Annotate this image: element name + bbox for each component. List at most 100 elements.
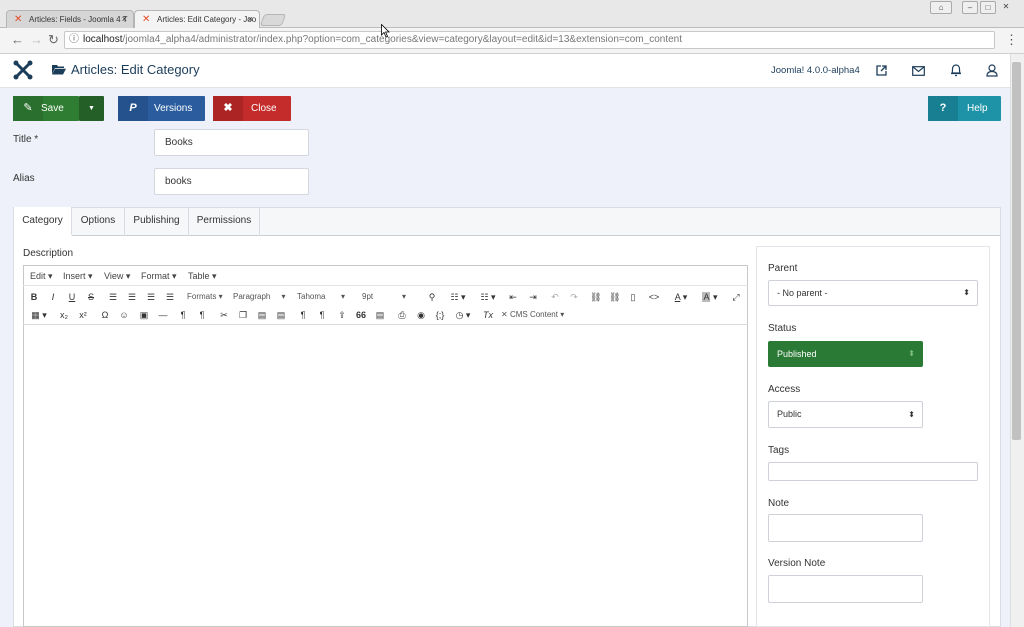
browser-menu-icon[interactable]: ⋮ xyxy=(1005,32,1018,48)
align-right-icon[interactable]: ☰ xyxy=(146,291,156,303)
preview-icon[interactable]: ◉ xyxy=(415,309,427,321)
info-icon[interactable]: ⓘ xyxy=(69,32,79,48)
paragraph-select[interactable]: Paragraph ▾ xyxy=(233,292,286,301)
select-arrow-icon: ⬍ xyxy=(908,349,915,358)
parent-select[interactable]: - No parent - ⬍ xyxy=(768,280,978,306)
tab-publishing[interactable]: Publishing xyxy=(125,207,189,236)
rtl-icon[interactable]: ¶ xyxy=(196,309,208,321)
formats-select[interactable]: Formats ▾ xyxy=(187,292,223,301)
new-tab-button[interactable] xyxy=(259,14,287,26)
visual-blocks-icon[interactable]: ¶ xyxy=(316,309,328,321)
insert-file-icon[interactable]: ⇪ xyxy=(336,309,348,321)
ltr-icon[interactable]: ¶ xyxy=(177,309,189,321)
special-char-icon[interactable]: Ω xyxy=(99,309,111,321)
note-input[interactable] xyxy=(768,514,923,542)
undo-icon[interactable]: ↶ xyxy=(550,291,560,303)
profile-button[interactable]: ⌂ xyxy=(930,1,952,14)
subscript-icon[interactable]: x₂ xyxy=(58,309,70,321)
caret-down-icon: ▼ xyxy=(88,105,95,112)
menu-format[interactable]: Format ▾ xyxy=(141,271,177,282)
numbered-list-icon[interactable]: ☷ ▾ xyxy=(478,291,498,303)
select-arrow-icon: ⬍ xyxy=(908,410,915,419)
fullscreen-icon[interactable]: ⤢ xyxy=(730,291,742,303)
table-icon[interactable]: ▦ ▾ xyxy=(29,309,49,321)
forward-icon[interactable]: → xyxy=(30,32,43,47)
menu-insert[interactable]: Insert ▾ xyxy=(63,271,93,282)
parent-label: Parent xyxy=(768,263,798,274)
versions-button[interactable]: P Versions xyxy=(118,96,205,121)
mail-icon[interactable] xyxy=(912,66,925,76)
font-family-select[interactable]: Tahoma ▾ xyxy=(297,292,345,301)
alias-field[interactable]: books xyxy=(154,168,309,195)
align-center-icon[interactable]: ☰ xyxy=(127,291,137,303)
menu-table[interactable]: Table ▾ xyxy=(188,271,217,282)
unlink-icon[interactable]: ⛓ xyxy=(609,291,620,303)
access-select[interactable]: Public ⬍ xyxy=(768,401,923,428)
bold-button[interactable]: B xyxy=(29,291,39,303)
close-tab-icon[interactable]: × xyxy=(122,14,127,24)
close-tab-icon[interactable]: × xyxy=(248,14,253,24)
close-button[interactable]: ✖ Close xyxy=(213,96,291,121)
clear-format-button[interactable]: Tx xyxy=(481,309,495,321)
back-icon[interactable]: ← xyxy=(11,32,24,47)
font-size-select[interactable]: 9pt ▾ xyxy=(362,292,406,301)
horizontal-rule-icon[interactable]: — xyxy=(157,309,169,321)
cms-content-select[interactable]: ✕ CMS Content ▾ xyxy=(501,310,564,319)
reload-icon[interactable]: ↻ xyxy=(48,32,59,48)
underline-button[interactable]: U xyxy=(67,291,77,303)
find-replace-icon[interactable]: ⚲ xyxy=(426,291,438,303)
tab-permissions[interactable]: Permissions xyxy=(189,207,260,236)
indent-icon[interactable]: ⇥ xyxy=(527,291,539,303)
bookmark-icon[interactable]: ▯ xyxy=(628,291,638,303)
link-icon[interactable]: ⛓ xyxy=(590,291,601,303)
tab-options[interactable]: Options xyxy=(72,207,125,236)
title-field[interactable]: Books xyxy=(154,129,309,156)
tags-input[interactable] xyxy=(768,462,978,481)
code-button[interactable]: <> xyxy=(648,291,660,303)
redo-icon[interactable]: ↷ xyxy=(569,291,579,303)
url-input[interactable]: ⓘ localhost/joomla4_alpha4/administrator… xyxy=(64,31,995,49)
print-icon[interactable]: ⎙ xyxy=(396,309,408,321)
paste-icon[interactable]: ▤ xyxy=(256,309,268,321)
save-button[interactable]: ✎ Save xyxy=(13,96,79,121)
italic-button[interactable]: I xyxy=(48,291,58,303)
close-icon: ✖ xyxy=(213,96,243,121)
minimize-button[interactable]: – xyxy=(962,1,978,14)
help-button[interactable]: ? Help xyxy=(928,96,1001,121)
maximize-button[interactable]: □ xyxy=(980,1,996,14)
status-label: Status xyxy=(768,323,797,334)
font-color-button[interactable]: A ▾ xyxy=(670,291,692,303)
browser-tab-edit-category[interactable]: ✕ Articles: Edit Category - Joo × xyxy=(134,10,260,29)
mouse-cursor-icon xyxy=(381,24,390,38)
paste-text-icon[interactable]: ▤ xyxy=(275,309,287,321)
external-link-icon[interactable] xyxy=(876,65,887,76)
outdent-icon[interactable]: ⇤ xyxy=(507,291,519,303)
blockquote-button[interactable]: 66 xyxy=(355,309,367,321)
insert-datetime-icon[interactable]: ◷ ▾ xyxy=(452,309,474,321)
superscript-icon[interactable]: x² xyxy=(77,309,89,321)
copy-icon[interactable]: ❐ xyxy=(237,309,249,321)
align-left-icon[interactable]: ☰ xyxy=(108,291,118,303)
bullet-list-icon[interactable]: ☷ ▾ xyxy=(448,291,468,303)
emoticons-icon[interactable]: ☺ xyxy=(118,309,130,321)
code-sample-button[interactable]: {;} xyxy=(433,309,447,321)
scrollbar-thumb[interactable] xyxy=(1012,62,1021,440)
window-close-button[interactable]: ✕ xyxy=(998,1,1014,14)
version-note-input[interactable] xyxy=(768,575,923,603)
cut-icon[interactable]: ✂ xyxy=(218,309,230,321)
align-justify-icon[interactable]: ☰ xyxy=(165,291,175,303)
joomla-logo-icon[interactable] xyxy=(13,60,33,80)
user-icon[interactable] xyxy=(986,64,998,77)
save-dropdown-button[interactable]: ▼ xyxy=(79,96,104,121)
menu-view[interactable]: View ▾ xyxy=(104,271,130,282)
background-color-button[interactable]: A ▾ xyxy=(699,291,721,303)
menu-edit[interactable]: Edit ▾ xyxy=(30,271,53,282)
browser-tab-fields[interactable]: ✕ Articles: Fields - Joomla 4 T × xyxy=(6,10,134,29)
template-icon[interactable]: ▤ xyxy=(374,309,386,321)
strikethrough-button[interactable]: S xyxy=(86,291,96,303)
status-select[interactable]: Published ⬍ xyxy=(768,341,923,367)
bell-icon[interactable] xyxy=(950,64,962,77)
tab-category[interactable]: Category xyxy=(14,207,72,236)
visual-chars-icon[interactable]: ¶ xyxy=(297,309,309,321)
media-icon[interactable]: ▣ xyxy=(138,309,150,321)
